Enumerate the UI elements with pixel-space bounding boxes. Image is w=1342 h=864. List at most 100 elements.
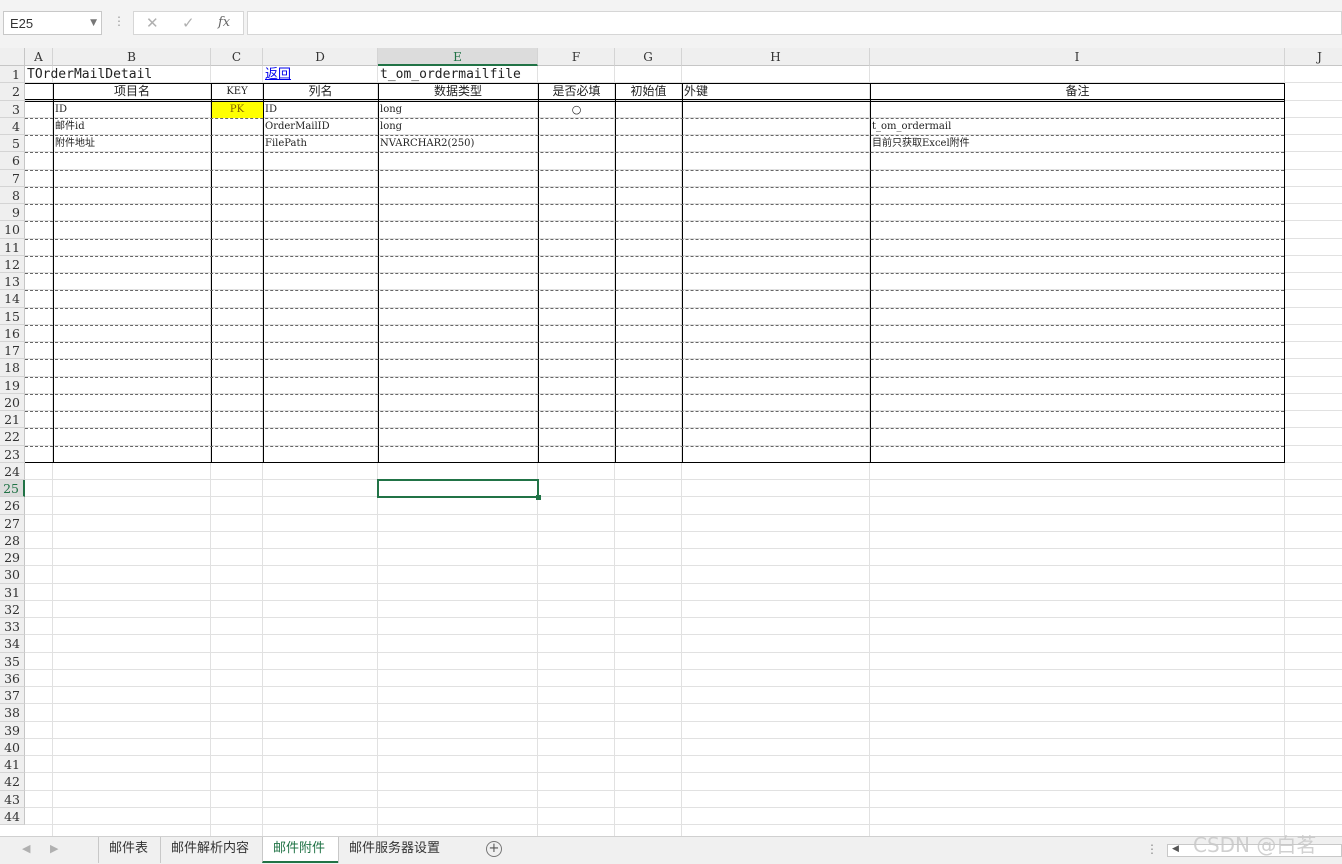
row-header-20[interactable]: 20 — [0, 393, 25, 411]
fill-handle[interactable] — [536, 495, 541, 501]
row-header-21[interactable]: 21 — [0, 411, 25, 429]
fx-icon[interactable]: fx — [218, 15, 230, 30]
cell-d3[interactable]: ID — [265, 101, 277, 118]
row-gridline — [25, 720, 1342, 722]
required-mark[interactable]: ○ — [538, 101, 615, 118]
key-pk-cell[interactable]: PK — [211, 101, 263, 118]
row-header-33[interactable]: 33 — [0, 618, 25, 636]
row-header-4[interactable]: 4 — [0, 117, 25, 135]
formula-input[interactable] — [247, 11, 1342, 35]
next-sheet-icon[interactable]: ▶ — [50, 842, 58, 855]
active-cell[interactable] — [377, 479, 539, 499]
column-title-e2[interactable]: 数据类型 — [378, 83, 538, 100]
sheet-tab-3[interactable]: 邮件附件 — [262, 837, 338, 863]
cell-i4[interactable]: t_om_ordermail — [872, 118, 951, 135]
more-icon[interactable]: ⋮ — [1146, 842, 1158, 856]
row-header-29[interactable]: 29 — [0, 549, 25, 567]
cell-b3[interactable]: ID — [55, 101, 67, 118]
row-header-26[interactable]: 26 — [0, 497, 25, 515]
back-link[interactable]: 返回 — [265, 66, 291, 83]
column-header-a[interactable]: A — [25, 48, 53, 66]
row-header-17[interactable]: 17 — [0, 342, 25, 360]
row-header-25[interactable]: 25 — [0, 480, 25, 498]
row-header-13[interactable]: 13 — [0, 273, 25, 291]
row-header-14[interactable]: 14 — [0, 290, 25, 308]
scroll-left-icon[interactable]: ◀ — [1172, 844, 1179, 854]
sheet-tab-1[interactable]: 邮件表 — [98, 837, 160, 863]
column-header-h[interactable]: H — [682, 48, 870, 66]
row-header-22[interactable]: 22 — [0, 428, 25, 446]
cell-d4[interactable]: OrderMailID — [265, 118, 330, 135]
more-icon[interactable]: ⋮ — [113, 14, 125, 28]
spreadsheet-grid[interactable]: ABCDEFGHIJ 1 2 3 4 5 6 7 8 9 10 11 12 13 14 15 16 17 18 19… — [0, 48, 1342, 836]
row-header-24[interactable]: 24 — [0, 462, 25, 480]
row-header-12[interactable]: 12 — [0, 255, 25, 273]
column-header-j[interactable]: J — [1285, 48, 1342, 66]
chevron-down-icon[interactable]: ▼ — [90, 18, 97, 28]
row-header-39[interactable]: 39 — [0, 721, 25, 739]
column-header-c[interactable]: C — [211, 48, 263, 66]
row-header-35[interactable]: 35 — [0, 652, 25, 670]
row-header-41[interactable]: 41 — [0, 756, 25, 774]
row-header-40[interactable]: 40 — [0, 738, 25, 756]
column-title-f2[interactable]: 是否必填 — [538, 83, 615, 100]
row-header-38[interactable]: 38 — [0, 704, 25, 722]
column-header-b[interactable]: B — [53, 48, 211, 66]
row-header-11[interactable]: 11 — [0, 238, 25, 256]
column-header-f[interactable]: F — [538, 48, 615, 66]
row-header-43[interactable]: 43 — [0, 790, 25, 808]
row-header-36[interactable]: 36 — [0, 669, 25, 687]
row-header-34[interactable]: 34 — [0, 635, 25, 653]
row-header-5[interactable]: 5 — [0, 135, 25, 153]
row-header-19[interactable]: 19 — [0, 376, 25, 394]
column-header-d[interactable]: D — [263, 48, 378, 66]
row-header-18[interactable]: 18 — [0, 359, 25, 377]
row-header-3[interactable]: 3 — [0, 100, 25, 118]
name-box[interactable]: E25 ▼ — [3, 11, 102, 35]
select-all-corner[interactable] — [0, 48, 25, 66]
column-title-i2[interactable]: 备注 — [870, 83, 1285, 100]
column-header-g[interactable]: G — [615, 48, 682, 66]
column-header-e[interactable]: E — [378, 48, 538, 66]
cell-b4[interactable]: 邮件id — [55, 118, 85, 135]
row-header-9[interactable]: 9 — [0, 204, 25, 222]
prev-sheet-icon[interactable]: ◀ — [22, 842, 30, 855]
column-title-c2[interactable]: KEY — [211, 83, 263, 100]
cell-a1[interactable]: TOrderMailDetail — [27, 66, 152, 83]
row-header-27[interactable]: 27 — [0, 514, 25, 532]
row-header-37[interactable]: 37 — [0, 687, 25, 705]
row-header-2[interactable]: 2 — [0, 83, 25, 101]
row-header-16[interactable]: 16 — [0, 324, 25, 342]
sheet-tab-4[interactable]: 邮件服务器设置 — [338, 837, 454, 863]
cell-i5[interactable]: 目前只获取Excel附件 — [872, 135, 970, 152]
row-header-31[interactable]: 31 — [0, 583, 25, 601]
column-title-d2[interactable]: 列名 — [263, 83, 378, 100]
check-icon[interactable]: ✓ — [182, 14, 195, 32]
sheet-tab-2[interactable]: 邮件解析内容 — [160, 837, 262, 863]
row-header-7[interactable]: 7 — [0, 169, 25, 187]
column-title-b2[interactable]: 项目名 — [53, 83, 211, 100]
row-header-42[interactable]: 42 — [0, 773, 25, 791]
close-icon[interactable]: ✕ — [146, 14, 159, 32]
row-header-6[interactable]: 6 — [0, 152, 25, 170]
cell-e1[interactable]: t_om_ordermailfile — [380, 66, 521, 83]
row-header-44[interactable]: 44 — [0, 807, 25, 825]
column-title-h2[interactable]: 外键 — [684, 83, 708, 100]
cell-e4[interactable]: long — [380, 118, 402, 135]
row-header-15[interactable]: 15 — [0, 307, 25, 325]
row-header-1[interactable]: 1 — [0, 66, 25, 84]
row-header-10[interactable]: 10 — [0, 221, 25, 239]
column-header-i[interactable]: I — [870, 48, 1285, 66]
cell-b5[interactable]: 附件地址 — [55, 135, 95, 152]
row-header-32[interactable]: 32 — [0, 600, 25, 618]
row-gridline — [25, 686, 1342, 687]
column-title-g2[interactable]: 初始值 — [615, 83, 682, 100]
cell-d5[interactable]: FilePath — [265, 135, 307, 152]
row-header-28[interactable]: 28 — [0, 531, 25, 549]
row-header-8[interactable]: 8 — [0, 186, 25, 204]
cell-e5[interactable]: NVARCHAR2(250) — [380, 135, 474, 152]
row-header-30[interactable]: 30 — [0, 566, 25, 584]
row-header-23[interactable]: 23 — [0, 445, 25, 463]
cell-e3[interactable]: long — [380, 101, 402, 118]
plus-circle-icon[interactable]: + — [486, 841, 502, 857]
